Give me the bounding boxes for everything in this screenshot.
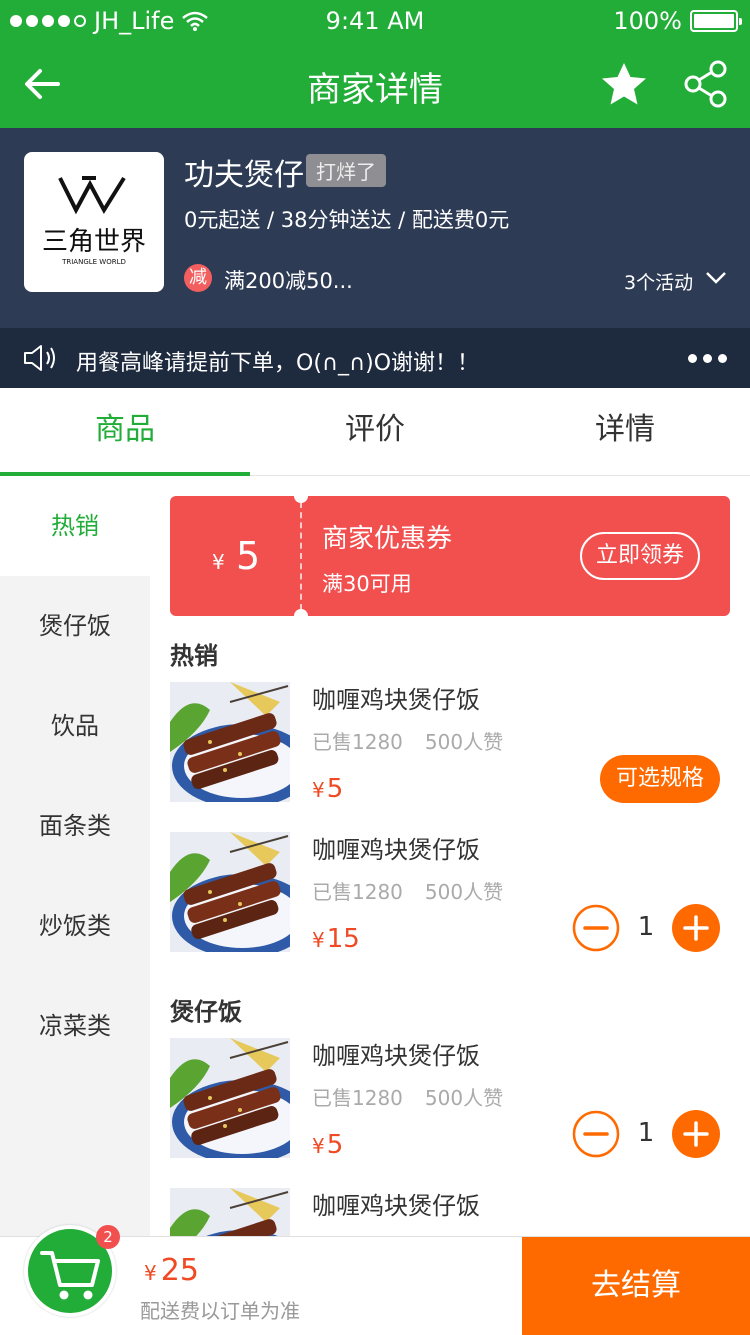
battery-status: 100%	[613, 7, 742, 35]
product-meta: 已售1280 500人赞	[312, 726, 503, 755]
tab-products[interactable]: 商品	[0, 388, 250, 476]
category-item[interactable]: 面条类	[0, 776, 150, 876]
product-price: ¥15	[312, 924, 360, 954]
logo-subtitle: TRIANGLE WORLD	[61, 258, 126, 266]
category-item[interactable]: 炒饭类	[0, 876, 150, 976]
section-title: 煲仔饭	[170, 998, 242, 1026]
cart-total: ¥25	[144, 1253, 199, 1288]
minus-icon[interactable]	[572, 904, 620, 952]
quantity-value: 1	[637, 1118, 655, 1148]
coupon-notch	[294, 609, 308, 623]
sold-count: 已售1280	[312, 730, 403, 754]
notice-bar[interactable]: 用餐高峰请提前下单，O(∩_∩)O谢谢！！	[0, 328, 750, 388]
delivery-info: 0元起送 / 38分钟送达 / 配送费0元	[184, 208, 510, 232]
claim-coupon-button[interactable]: 立即领券	[580, 532, 700, 580]
sold-count: 已售1280	[312, 1086, 403, 1110]
tab-details[interactable]: 详情	[500, 388, 750, 476]
minus-icon[interactable]	[572, 1110, 620, 1158]
choose-spec-button[interactable]: 可选规格	[600, 755, 720, 803]
product-price: ¥5	[312, 1130, 343, 1160]
nav-bar: 商家详情	[0, 40, 750, 128]
cart-count-badge: 2	[96, 1225, 120, 1249]
discount-icon: 减	[184, 264, 212, 292]
product-name[interactable]: 咖喱鸡块煲仔饭	[312, 1186, 480, 1221]
coupon-condition: 满30可用	[322, 572, 412, 596]
plus-icon[interactable]	[672, 1110, 720, 1158]
price-currency: ¥	[312, 1134, 325, 1158]
activity-count[interactable]: 3个活动	[624, 268, 693, 295]
category-item[interactable]: 煲仔饭	[0, 576, 150, 676]
speaker-icon	[24, 345, 55, 371]
price-currency: ¥	[312, 928, 325, 952]
more-icon[interactable]	[688, 354, 727, 363]
product-name[interactable]: 咖喱鸡块煲仔饭	[312, 1036, 480, 1071]
category-item[interactable]: 热销	[0, 476, 150, 576]
product-meta: 已售1280 500人赞	[312, 1082, 503, 1111]
tab-reviews[interactable]: 评价	[250, 388, 500, 476]
price-value: 5	[326, 1130, 344, 1160]
promo-text: 满200减50...	[224, 269, 353, 293]
coupon-notch	[294, 489, 308, 503]
cart-total-value: 25	[160, 1253, 199, 1288]
product-name[interactable]: 咖喱鸡块煲仔饭	[312, 830, 480, 865]
logo-graphic: 三角世界 TRIANGLE WORLD	[42, 176, 146, 266]
product-name[interactable]: 咖喱鸡块煲仔饭	[312, 680, 480, 715]
coupon-card: ¥ 5 商家优惠券 满30可用 立即领券	[170, 489, 730, 623]
share-icon[interactable]	[684, 60, 728, 108]
delivery-fee-note: 配送费以订单为准	[140, 1299, 300, 1323]
like-count: 500人赞	[424, 730, 504, 754]
battery-percent: 100%	[613, 7, 682, 35]
plus-icon[interactable]	[672, 904, 720, 952]
checkout-button[interactable]: 去结算	[522, 1237, 750, 1335]
like-count: 500人赞	[424, 1086, 504, 1110]
product-image[interactable]	[170, 832, 290, 952]
price-value: 5	[326, 774, 344, 804]
chevron-down-icon[interactable]	[704, 270, 728, 286]
tab-bar: 商品 评价 详情	[0, 388, 750, 476]
status-badge: 打烊了	[306, 154, 386, 187]
coupon-divider	[300, 502, 302, 610]
category-item[interactable]: 凉菜类	[0, 976, 150, 1076]
cart-bar: 2 ¥25 配送费以订单为准 去结算	[0, 1225, 750, 1335]
shop-logo: 三角世界 TRIANGLE WORLD	[24, 152, 164, 292]
notice-text: 用餐高峰请提前下单，O(∩_∩)O谢谢！！	[76, 351, 480, 376]
cart-currency: ¥	[144, 1261, 157, 1285]
sold-count: 已售1280	[312, 880, 403, 904]
shop-header: 三角世界 TRIANGLE WORLD 功夫煲仔 打烊了 0元起送 / 38分钟…	[0, 128, 750, 328]
star-icon[interactable]	[600, 60, 648, 108]
product-price: ¥5	[312, 774, 343, 804]
status-bar: JH_Life 9:41 AM 100%	[0, 0, 750, 40]
price-currency: ¥	[312, 778, 325, 802]
section-title: 热销	[170, 642, 218, 670]
battery-icon	[690, 10, 742, 32]
coupon-amount: 5	[236, 534, 261, 578]
shop-name: 功夫煲仔	[184, 158, 304, 193]
like-count: 500人赞	[424, 880, 504, 904]
product-image[interactable]	[170, 1038, 290, 1158]
price-value: 15	[326, 924, 360, 954]
product-image[interactable]	[170, 682, 290, 802]
logo-title: 三角世界	[42, 227, 146, 257]
category-item[interactable]: 饮品	[0, 676, 150, 776]
product-meta: 已售1280 500人赞	[312, 876, 503, 905]
coupon-title: 商家优惠券	[322, 524, 453, 554]
category-sidebar: 热销 煲仔饭 饮品 面条类 炒饭类 凉菜类	[0, 476, 150, 1236]
quantity-value: 1	[637, 912, 655, 942]
coupon-currency: ¥	[212, 550, 225, 574]
